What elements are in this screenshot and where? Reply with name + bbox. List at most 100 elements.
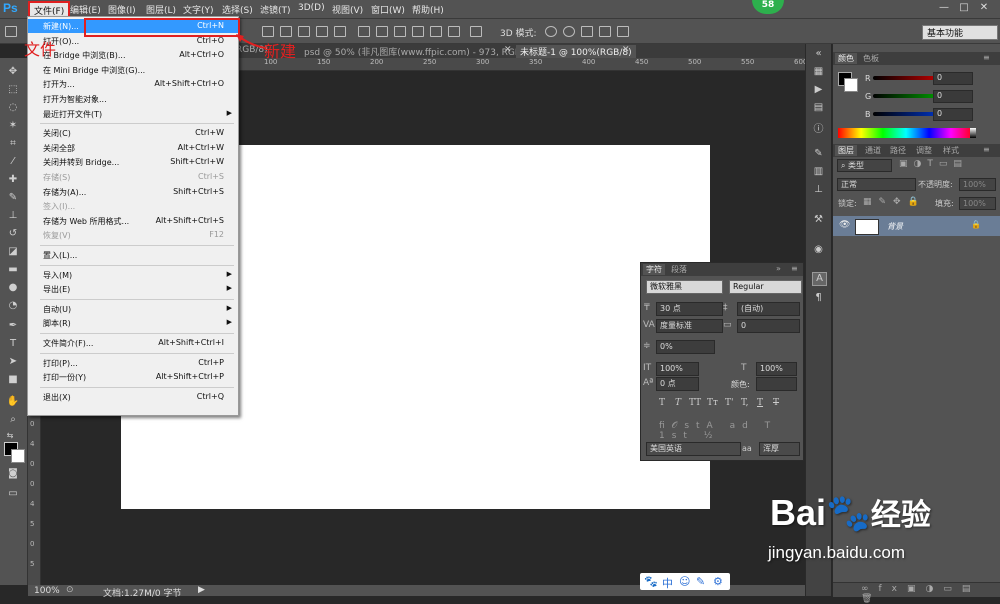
timeline-icon[interactable]: ◉ [812, 244, 825, 256]
blend-mode-select[interactable]: 正常 [837, 178, 916, 191]
magic-wand-icon[interactable]: ✶ [6, 120, 20, 132]
3d-roll-icon[interactable] [563, 26, 575, 37]
tab-document-3[interactable]: 未标题-1 @ 100%(RGB/8) [516, 45, 636, 58]
actions-panel-icon[interactable]: ▶ [812, 84, 825, 96]
screen-mode-icon[interactable]: ▭ [6, 488, 20, 500]
visibility-eye-icon[interactable]: 👁 [839, 220, 850, 230]
maximize-button[interactable]: □ [954, 2, 974, 15]
panel-menu-icon[interactable]: ≡ [983, 145, 990, 154]
tab-styles[interactable]: 样式 [943, 145, 959, 156]
menu-window[interactable]: 窗口(W) [371, 3, 405, 16]
tab-paths[interactable]: 路径 [890, 145, 906, 156]
layer-filter-icons[interactable]: ▣◑T▭▤ [899, 159, 968, 169]
file-menu-item[interactable]: 在 Bridge 中浏览(B)... Alt+Ctrl+O [28, 48, 238, 62]
gear-icon[interactable]: ⚙ [713, 575, 723, 588]
green-value[interactable]: 0 [933, 90, 973, 103]
leading-input[interactable]: (自动) [737, 302, 800, 316]
background-color-swatch[interactable] [11, 449, 25, 463]
brush-panel-icon[interactable]: ✎ [812, 148, 825, 160]
info-panel-icon[interactable]: ⓘ [812, 120, 825, 135]
tab-color[interactable]: 颜色 [835, 53, 857, 64]
file-menu-item[interactable]: 最近打开文件(T) ▶ [28, 107, 238, 121]
tab-layers[interactable]: 图层 [835, 145, 857, 156]
tsume-select[interactable]: 0% [656, 340, 715, 354]
zoom-level[interactable]: 100% [34, 586, 60, 596]
distribute-top-icon[interactable] [358, 26, 370, 37]
opentype-icons[interactable]: ﬁ𝒪stA ad T 1st ½ [659, 421, 803, 441]
gradient-tool-icon[interactable]: ▬ [6, 264, 20, 276]
shape-tool-icon[interactable]: ■ [6, 374, 20, 386]
fill-input[interactable]: 100% [959, 197, 996, 210]
menu-type[interactable]: 文字(Y) [183, 3, 214, 16]
tool-presets-icon[interactable]: ⚒ [812, 214, 825, 226]
path-selection-icon[interactable]: ➤ [6, 356, 20, 368]
3d-pan-icon[interactable] [581, 26, 593, 37]
small-caps-button[interactable]: Tт [707, 398, 718, 408]
file-menu-item[interactable]: 打印一份(Y) Alt+Shift+Ctrl+P [28, 370, 238, 384]
color-spectrum-bw[interactable] [970, 128, 976, 138]
type-tool-icon[interactable]: T [6, 338, 20, 350]
tab-close-icon[interactable]: ✕ [622, 45, 630, 55]
close-button[interactable]: ✕ [974, 2, 994, 15]
align-vcenter-icon[interactable] [280, 26, 292, 37]
tab-channels[interactable]: 通道 [865, 145, 881, 156]
file-menu-item[interactable]: 文件简介(F)... Alt+Shift+Ctrl+I [28, 336, 238, 350]
menu-3d[interactable]: 3D(D) [298, 3, 325, 13]
file-menu-item[interactable]: 打开为... Alt+Shift+Ctrl+O [28, 77, 238, 91]
eraser-icon[interactable]: ◪ [6, 246, 20, 258]
all-caps-button[interactable]: TT [689, 398, 701, 408]
strikethrough-button[interactable]: T [773, 398, 779, 408]
faux-bold-button[interactable]: T [659, 398, 665, 408]
auto-align-icon[interactable] [470, 26, 482, 37]
color-bg-swatch[interactable] [844, 78, 858, 92]
tab-character[interactable]: 字符 [643, 264, 665, 275]
subscript-button[interactable]: T, [741, 398, 749, 408]
move-tool-icon[interactable]: ✥ [6, 66, 20, 78]
tab-swatches[interactable]: 色板 [863, 53, 879, 64]
underline-button[interactable]: T [757, 398, 763, 408]
distribute-vcenter-icon[interactable] [376, 26, 388, 37]
align-hcenter-icon[interactable] [334, 26, 346, 37]
distribute-right-icon[interactable] [448, 26, 460, 37]
eyedropper-icon[interactable]: ⁄ [6, 156, 20, 168]
tracking-select[interactable]: 0 [737, 319, 800, 333]
workspace-select[interactable]: 基本功能 [922, 25, 998, 40]
font-family-select[interactable]: 微软雅黑 [646, 280, 723, 294]
status-arrow-icon[interactable]: ▶ [198, 585, 205, 595]
distribute-bottom-icon[interactable] [394, 26, 406, 37]
move-tool-option-icon[interactable] [5, 26, 17, 37]
kerning-select[interactable]: 度量标准 [656, 319, 723, 333]
file-menu-item[interactable]: 导出(E) ▶ [28, 282, 238, 296]
blur-tool-icon[interactable]: ● [6, 282, 20, 294]
menu-edit[interactable]: 编辑(E) [70, 3, 101, 16]
file-menu-item[interactable]: 存储为 Web 所用格式... Alt+Shift+Ctrl+S [28, 214, 238, 228]
file-menu-item[interactable]: 置入(L)... [28, 248, 238, 262]
file-menu-item[interactable]: 恢复(V) F12 [28, 228, 238, 242]
tab-close-icon[interactable]: ✕ [504, 45, 512, 55]
marquee-tool-icon[interactable]: ⬚ [6, 84, 20, 96]
3d-rotate-icon[interactable] [545, 26, 557, 37]
menu-view[interactable]: 视图(V) [332, 3, 363, 16]
tab-paragraph[interactable]: 段落 [671, 264, 687, 275]
pen-tool-icon[interactable]: ✒ [6, 320, 20, 332]
faux-italic-button[interactable]: T [675, 398, 681, 408]
tab-document-2[interactable]: psd @ 50% (非凡图库(www.ffpic.com) - 973, RG… [304, 45, 533, 58]
distribute-left-icon[interactable] [412, 26, 424, 37]
layer-row[interactable]: 👁 背景 🔒 [833, 216, 1000, 236]
horizontal-scale-input[interactable]: 100% [756, 362, 797, 376]
file-menu-item[interactable]: 关闭全部 Alt+Ctrl+W [28, 141, 238, 155]
lasso-tool-icon[interactable]: ◌ [6, 102, 20, 114]
paw-icon[interactable]: 🐾 [644, 575, 658, 588]
superscript-button[interactable]: T' [725, 398, 733, 408]
smiley-icon[interactable]: ☺ [679, 575, 690, 588]
text-color-swatch[interactable] [756, 377, 797, 391]
file-menu-item[interactable]: 自动(U) ▶ [28, 302, 238, 316]
file-menu-item[interactable]: 脚本(R) ▶ [28, 316, 238, 330]
swap-colors-icon[interactable]: ⇆ [3, 430, 17, 442]
minimize-button[interactable]: — [934, 2, 954, 15]
vertical-scale-input[interactable]: 100% [656, 362, 699, 376]
paragraph-panel-icon[interactable]: ¶ [812, 292, 825, 304]
zoom-tool-icon[interactable]: ⌕ [6, 414, 20, 426]
align-left-icon[interactable] [316, 26, 328, 37]
crop-tool-icon[interactable]: ⌗ [6, 138, 20, 150]
